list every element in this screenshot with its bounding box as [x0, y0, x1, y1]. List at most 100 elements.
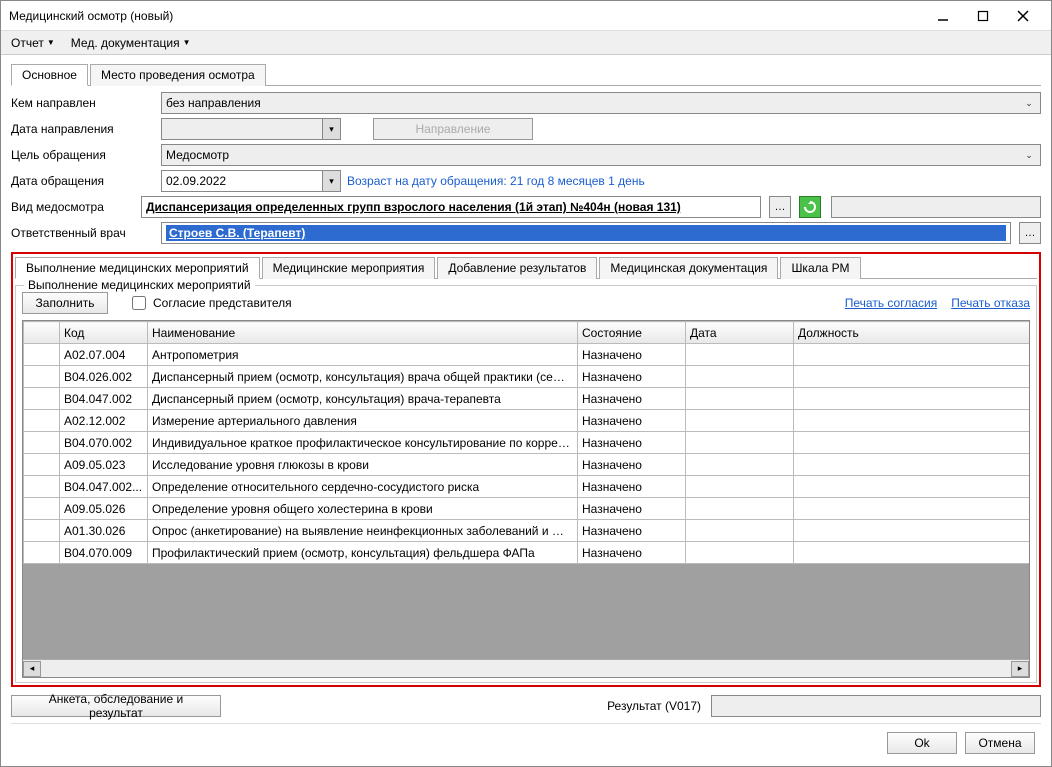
scroll-right-icon[interactable]: ▸	[1011, 661, 1029, 677]
tab-main[interactable]: Основное	[11, 64, 88, 86]
doctor-lookup-button[interactable]: …	[1019, 222, 1041, 244]
col-marker[interactable]	[24, 322, 60, 344]
calendar-dropdown-icon[interactable]: ▾	[322, 171, 340, 191]
tab-add-results[interactable]: Добавление результатов	[437, 257, 597, 279]
consent-checkbox-label: Согласие представителя	[153, 296, 292, 310]
input-referral-date[interactable]: ▾	[161, 118, 341, 140]
label-exam-type: Вид медосмотра	[11, 200, 141, 214]
events-grid[interactable]: Код Наименование Состояние Дата Должност…	[22, 320, 1030, 678]
cell-date	[686, 454, 794, 476]
survey-button[interactable]: Анкета, обследование и результат	[11, 695, 221, 717]
col-position[interactable]: Должность	[794, 322, 1030, 344]
cell-position	[794, 520, 1030, 542]
exam-type-lookup-button[interactable]: …	[769, 196, 791, 218]
cell-code: A09.05.023	[60, 454, 148, 476]
row-marker	[24, 388, 60, 410]
row-marker	[24, 542, 60, 564]
table-row[interactable]: B04.070.009Профилактический прием (осмот…	[24, 542, 1030, 564]
ok-button[interactable]: Ok	[887, 732, 957, 754]
tab-scale-rm[interactable]: Шкала РМ	[780, 257, 860, 279]
consent-checkbox-wrap[interactable]: Согласие представителя	[128, 293, 292, 313]
cell-code: B04.047.002...	[60, 476, 148, 498]
menu-docs-label: Мед. документация	[71, 36, 180, 50]
exam-extra-field[interactable]	[831, 196, 1041, 218]
chevron-down-icon: ⌄	[1022, 150, 1036, 161]
cell-position	[794, 432, 1030, 454]
combo-referred-by[interactable]: без направления ⌄	[161, 92, 1041, 114]
inner-tabs: Выполнение медицинских мероприятий Медиц…	[15, 256, 1037, 279]
minimize-button[interactable]	[923, 2, 963, 30]
refresh-button[interactable]	[799, 196, 821, 218]
cell-name: Определение уровня общего холестерина в …	[148, 498, 578, 520]
menu-report[interactable]: Отчет▼	[5, 34, 61, 52]
tab-med-doc[interactable]: Медицинская документация	[599, 257, 778, 279]
result-field[interactable]	[711, 695, 1041, 717]
link-print-refusal[interactable]: Печать отказа	[951, 296, 1030, 310]
input-visit-date[interactable]: 02.09.2022 ▾	[161, 170, 341, 192]
main-window: Медицинский осмотр (новый) Отчет▼ Мед. д…	[0, 0, 1052, 767]
combo-purpose-text: Медосмотр	[166, 148, 1022, 162]
maximize-button[interactable]	[963, 2, 1003, 30]
tab-med-events[interactable]: Медицинские мероприятия	[262, 257, 436, 279]
cell-state: Назначено	[578, 520, 686, 542]
table-row[interactable]: B04.026.002Диспансерный прием (осмотр, к…	[24, 366, 1030, 388]
cell-code: B04.070.009	[60, 542, 148, 564]
combo-exam-type[interactable]: Диспансеризация определенных групп взрос…	[141, 196, 761, 218]
col-code[interactable]: Код	[60, 322, 148, 344]
table-row[interactable]: B04.047.002Диспансерный прием (осмотр, к…	[24, 388, 1030, 410]
grid-header-row: Код Наименование Состояние Дата Должност…	[24, 322, 1030, 344]
label-referred-by: Кем направлен	[11, 96, 161, 110]
caret-down-icon: ▼	[47, 38, 55, 47]
col-state[interactable]: Состояние	[578, 322, 686, 344]
window-title: Медицинский осмотр (новый)	[9, 9, 923, 23]
table-row[interactable]: A09.05.023Исследование уровня глюкозы в …	[24, 454, 1030, 476]
table-row[interactable]: A02.12.002Измерение артериального давлен…	[24, 410, 1030, 432]
calendar-dropdown-icon[interactable]: ▾	[322, 119, 340, 139]
consent-checkbox[interactable]	[132, 296, 146, 310]
cell-state: Назначено	[578, 542, 686, 564]
fill-button[interactable]: Заполнить	[22, 292, 108, 314]
menu-med-docs[interactable]: Мед. документация▼	[65, 34, 197, 52]
caret-down-icon: ▼	[183, 38, 191, 47]
cell-date	[686, 344, 794, 366]
combo-doctor[interactable]: Строев С.В. (Терапевт)	[161, 222, 1011, 244]
cell-name: Исследование уровня глюкозы в крови	[148, 454, 578, 476]
table-row[interactable]: B04.047.002...Определение относительного…	[24, 476, 1030, 498]
table-row[interactable]: B04.070.002Индивидуальное краткое профил…	[24, 432, 1030, 454]
label-purpose: Цель обращения	[11, 148, 161, 162]
input-visit-date-text: 02.09.2022	[162, 174, 322, 188]
referral-button[interactable]: Направление	[373, 118, 533, 140]
combo-referred-by-text: без направления	[166, 96, 1022, 110]
cell-code: B04.047.002	[60, 388, 148, 410]
close-button[interactable]	[1003, 2, 1043, 30]
cell-code: A02.07.004	[60, 344, 148, 366]
row-marker	[24, 410, 60, 432]
cell-name: Определение относительного сердечно-сосу…	[148, 476, 578, 498]
cell-code: B04.026.002	[60, 366, 148, 388]
link-print-consent[interactable]: Печать согласия	[845, 296, 937, 310]
tab-place[interactable]: Место проведения осмотра	[90, 64, 266, 86]
tab-exec-events[interactable]: Выполнение медицинских мероприятий	[15, 257, 260, 279]
combo-exam-type-text: Диспансеризация определенных групп взрос…	[146, 200, 756, 214]
table-row[interactable]: A09.05.026Определение уровня общего холе…	[24, 498, 1030, 520]
table-row[interactable]: A02.07.004АнтропометрияНазначено	[24, 344, 1030, 366]
cancel-button[interactable]: Отмена	[965, 732, 1035, 754]
cell-state: Назначено	[578, 410, 686, 432]
cell-date	[686, 520, 794, 542]
cell-name: Измерение артериального давления	[148, 410, 578, 432]
horizontal-scrollbar[interactable]: ◂ ▸	[23, 659, 1029, 677]
col-date[interactable]: Дата	[686, 322, 794, 344]
col-name[interactable]: Наименование	[148, 322, 578, 344]
top-tabs: Основное Место проведения осмотра	[11, 63, 1041, 86]
label-visit-date: Дата обращения	[11, 174, 161, 188]
cell-state: Назначено	[578, 366, 686, 388]
chevron-down-icon: ⌄	[1022, 98, 1036, 109]
combo-purpose[interactable]: Медосмотр ⌄	[161, 144, 1041, 166]
scroll-left-icon[interactable]: ◂	[23, 661, 41, 677]
cell-state: Назначено	[578, 476, 686, 498]
cell-state: Назначено	[578, 498, 686, 520]
table-row[interactable]: A01.30.026Опрос (анкетирование) на выявл…	[24, 520, 1030, 542]
row-marker	[24, 432, 60, 454]
row-marker	[24, 476, 60, 498]
cell-position	[794, 542, 1030, 564]
